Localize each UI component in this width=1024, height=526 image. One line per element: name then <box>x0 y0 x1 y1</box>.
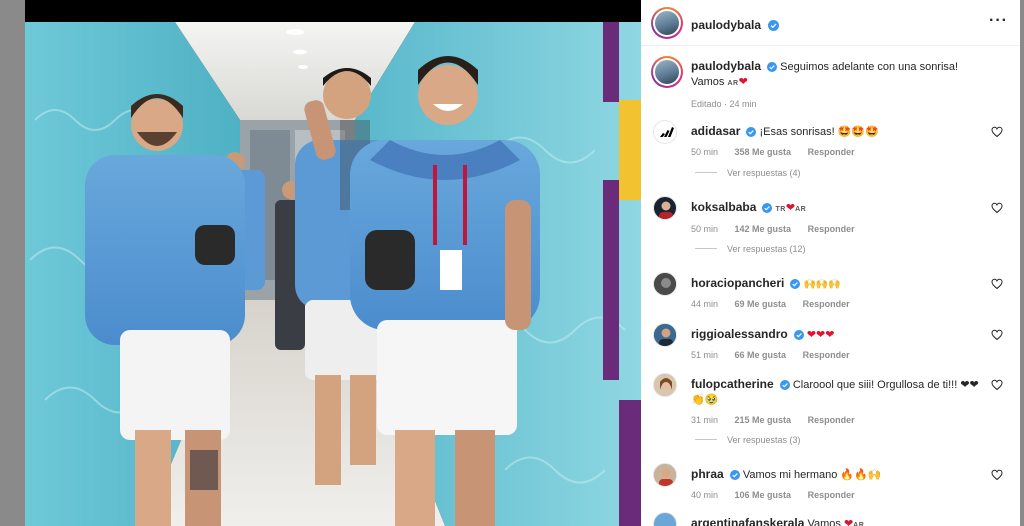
verified-badge-icon <box>729 470 740 480</box>
author-name-row: paulodybala <box>691 16 780 34</box>
comment-avatar[interactable] <box>653 463 677 487</box>
heart-outline-icon[interactable] <box>991 202 1003 214</box>
comment-likes[interactable]: 142 Me gusta <box>735 224 792 234</box>
verified-badge-icon <box>746 127 757 137</box>
comment-likes[interactable]: 66 Me gusta <box>735 350 787 360</box>
comment-time: 31 min <box>691 415 719 425</box>
author-avatar[interactable] <box>651 7 683 39</box>
view-replies-label: Ver respuestas (3) <box>727 435 801 445</box>
modal-backdrop-right[interactable] <box>1020 0 1024 526</box>
flag-ar: AR <box>727 80 739 87</box>
comment-username[interactable]: argentinafanskerala <box>691 516 804 526</box>
verified-badge-icon <box>793 330 804 340</box>
comment-username[interactable]: phraa <box>691 467 724 481</box>
comment-likes[interactable]: 69 Me gusta <box>735 299 787 309</box>
user-avatar-image <box>654 464 676 486</box>
view-replies-button[interactable]: Ver respuestas (12) <box>695 244 806 254</box>
comment-likes[interactable]: 215 Me gusta <box>735 415 792 425</box>
verified-badge-icon <box>762 203 773 213</box>
comment-likes[interactable]: 358 Me gusta <box>735 147 792 157</box>
heart-outline-icon[interactable] <box>991 126 1003 138</box>
flag-tr: TR <box>775 206 786 213</box>
flag-ar: AR <box>795 206 807 213</box>
comment-time: 40 min <box>691 490 719 500</box>
comment-time: 50 min <box>691 147 719 157</box>
post-photo-image <box>25 0 641 526</box>
view-replies-label: Ver respuestas (12) <box>727 244 806 254</box>
verified-badge-icon <box>767 62 778 72</box>
verified-badge-icon <box>790 279 801 289</box>
comment-username[interactable]: horaciopancheri <box>691 276 784 290</box>
user-avatar-image <box>654 324 676 346</box>
reply-button[interactable]: Responder <box>803 299 850 309</box>
comment-time: 44 min <box>691 299 719 309</box>
flag-ar: AR <box>853 522 865 526</box>
heart-emoji: ❤ <box>738 76 748 88</box>
comment-avatar[interactable] <box>653 120 677 144</box>
caption-edited: Editado · 24 min <box>691 99 757 109</box>
comment-text: ❤❤❤ <box>806 329 835 341</box>
heart-emoji: ❤ <box>785 202 796 214</box>
view-replies-button[interactable]: Ver respuestas (3) <box>695 435 801 445</box>
verified-badge-icon <box>768 20 780 31</box>
reply-button[interactable]: Responder <box>803 350 850 360</box>
caption-line2: Vamos <box>691 76 725 88</box>
comment-text: Vamos <box>807 518 841 526</box>
verified-badge-icon <box>779 380 790 390</box>
comment-text: ¡Esas sonrisas! 🤩🤩🤩 <box>759 126 879 138</box>
user-avatar-image <box>654 374 676 396</box>
heart-outline-icon[interactable] <box>991 469 1003 481</box>
heart-emoji: ❤ <box>843 518 854 526</box>
reply-button[interactable]: Responder <box>808 490 855 500</box>
view-replies-button[interactable]: Ver respuestas (4) <box>695 168 801 178</box>
view-replies-label: Ver respuestas (4) <box>727 168 801 178</box>
comment-username[interactable]: koksalbaba <box>691 200 756 214</box>
modal-backdrop-left[interactable] <box>0 0 25 526</box>
comment-avatar[interactable] <box>653 512 677 526</box>
comment-avatar[interactable] <box>653 272 677 296</box>
reply-button[interactable]: Responder <box>808 415 855 425</box>
comment-username[interactable]: riggioalessandro <box>691 327 788 341</box>
post-details-panel: paulodybala ··· paulodybala Seguimos ade… <box>641 0 1020 526</box>
user-avatar-image <box>654 273 676 295</box>
comment-text: 🙌🙌🙌 <box>803 279 841 290</box>
heart-outline-icon[interactable] <box>991 329 1003 341</box>
reply-button[interactable]: Responder <box>808 224 855 234</box>
heart-outline-icon[interactable] <box>991 379 1003 391</box>
comment-text: Vamos mi hermano 🔥🔥🙌 <box>742 469 882 481</box>
more-options-icon[interactable]: ··· <box>989 12 1008 30</box>
author-username[interactable]: paulodybala <box>691 18 761 32</box>
post-photo[interactable] <box>25 0 641 526</box>
comment-time: 50 min <box>691 224 719 234</box>
post-header: paulodybala ··· <box>641 0 1020 46</box>
comment-avatar[interactable] <box>653 196 677 220</box>
comment-username[interactable]: adidasar <box>691 124 740 138</box>
caption-avatar[interactable] <box>651 56 683 88</box>
adidas-logo-icon <box>660 127 674 137</box>
caption-username[interactable]: paulodybala <box>691 59 761 73</box>
user-avatar-image <box>659 201 673 219</box>
comment-avatar[interactable] <box>653 323 677 347</box>
comment-username[interactable]: fulopcatherine <box>691 377 774 391</box>
comment-time: 51 min <box>691 350 719 360</box>
caption-text: Seguimos adelante con una sonrisa! <box>780 61 959 73</box>
comment-avatar[interactable] <box>653 373 677 397</box>
reply-button[interactable]: Responder <box>808 147 855 157</box>
comment-likes[interactable]: 106 Me gusta <box>735 490 792 500</box>
heart-outline-icon[interactable] <box>991 278 1003 290</box>
